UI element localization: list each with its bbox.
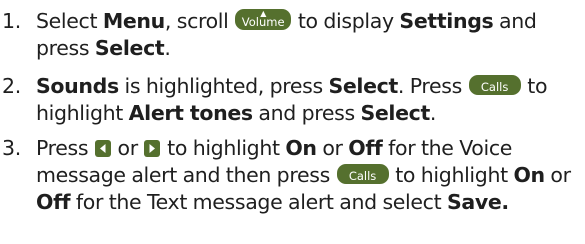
sounds-term: Sounds: [36, 74, 119, 98]
step-1: 1. Select Menu, scroll ▲ Volume to displa…: [0, 8, 585, 62]
off-term: Off: [348, 136, 383, 160]
select-term: Select: [360, 101, 430, 125]
step-3: 3. Press or to highlight On or Off for t…: [0, 135, 585, 216]
step-number: 1.: [2, 9, 21, 33]
alert-tones-term: Alert tones: [128, 101, 253, 125]
calls-key-icon: Calls: [336, 164, 389, 184]
step-number: 2.: [2, 74, 21, 98]
on-term: On: [513, 163, 545, 187]
step-2: 2. Sounds is highlighted, press Select. …: [0, 73, 585, 127]
instruction-steps: 1. Select Menu, scroll ▲ Volume to displa…: [0, 0, 585, 214]
calls-key-icon: Calls: [468, 75, 521, 95]
volume-key-icon: ▲ Volume: [235, 9, 292, 30]
settings-term: Settings: [399, 9, 494, 33]
step-text: Sounds is highlighted, press Select. Pre…: [36, 74, 548, 125]
calls-key-label: Calls: [348, 169, 377, 183]
on-term: On: [285, 136, 317, 160]
step-text: Select Menu, scroll ▲ Volume to display S…: [36, 9, 537, 60]
volume-key-label: Volume: [241, 15, 285, 29]
select-term: Select: [328, 74, 398, 98]
step-text: Press or to highlight On or Off for the …: [36, 136, 571, 214]
save-term: Save.: [446, 190, 509, 214]
select-term: Select: [94, 36, 165, 60]
right-arrow-key-icon: [144, 140, 161, 157]
left-arrow-key-icon: [94, 140, 111, 157]
step-number: 3.: [2, 136, 21, 160]
calls-key-label: Calls: [480, 80, 509, 94]
off-term: Off: [36, 190, 71, 214]
menu-term: Menu: [102, 9, 165, 33]
